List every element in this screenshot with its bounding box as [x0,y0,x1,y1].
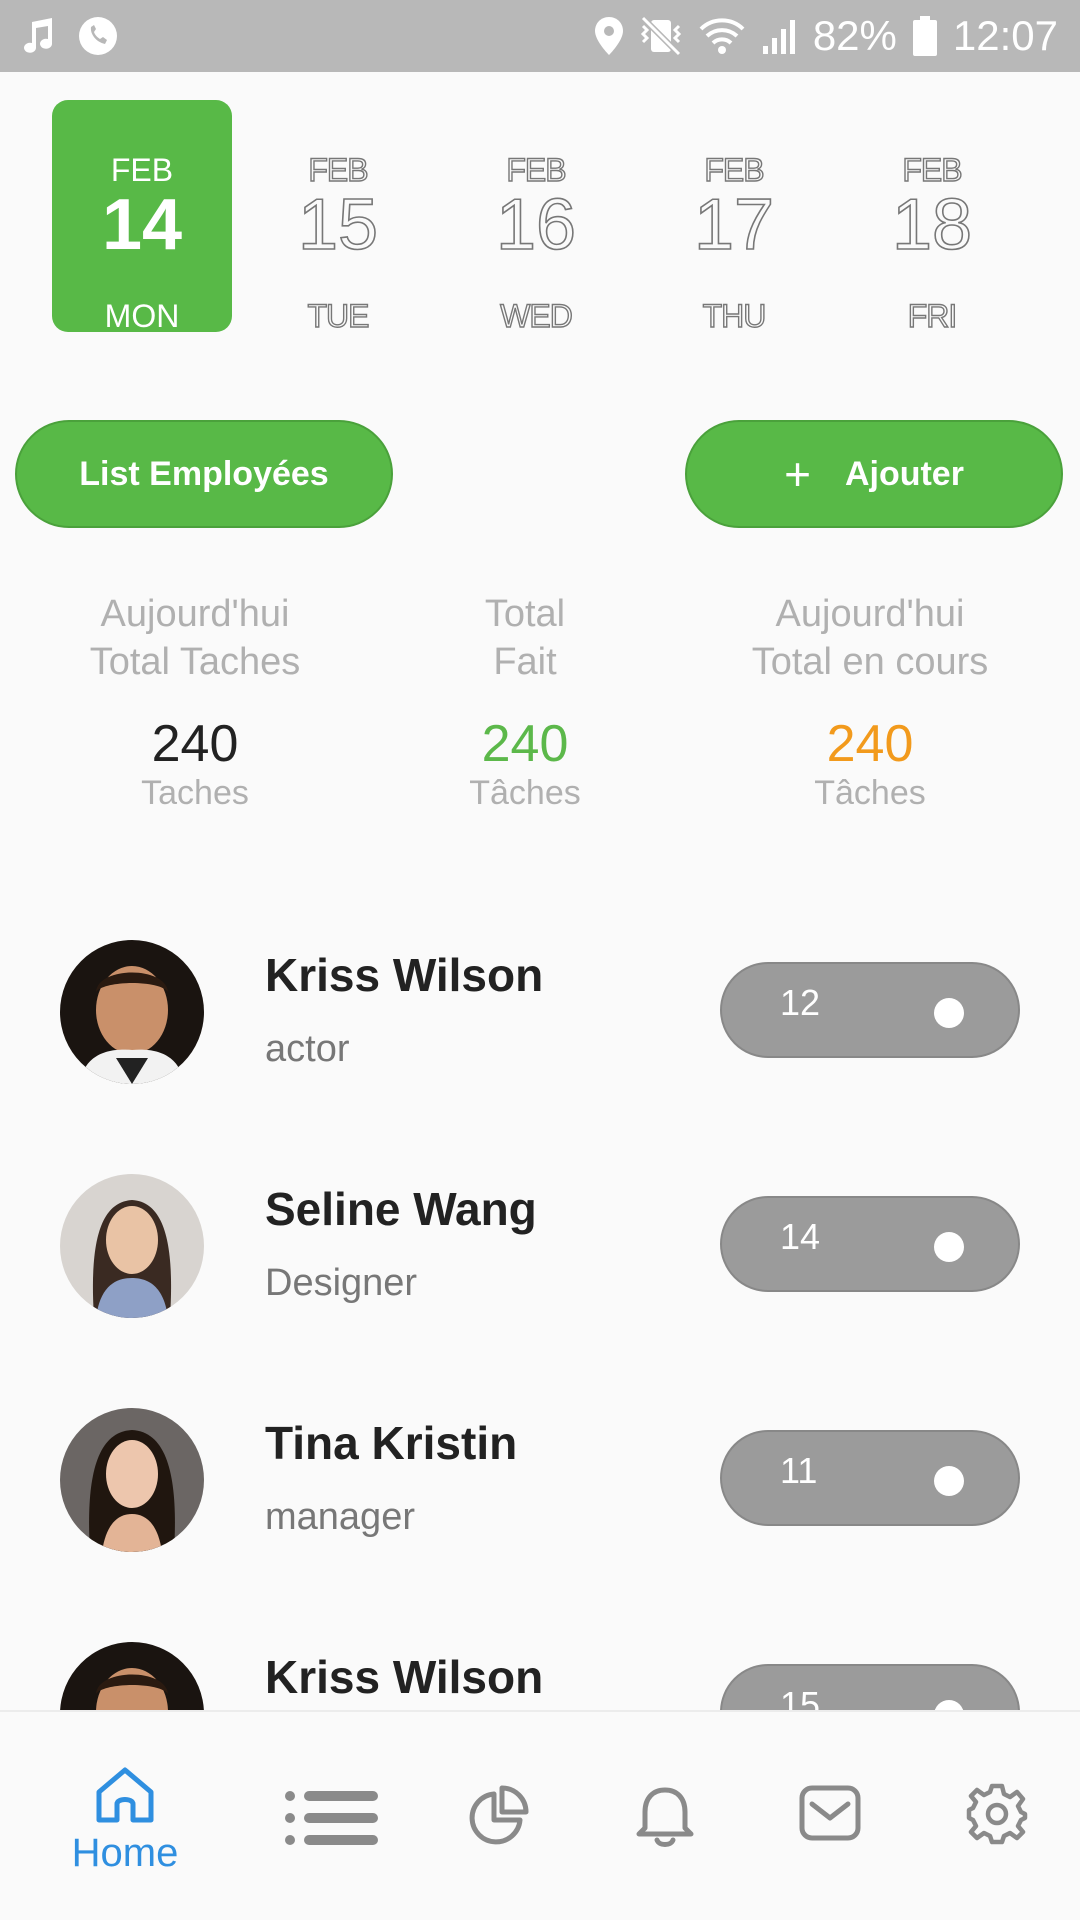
date-weekday: MON [104,298,180,334]
nav-home[interactable]: Home [35,1712,215,1920]
date-card[interactable]: FEB 16 WED [446,100,626,334]
employee-role: actor [265,1028,350,1070]
avatar [60,1408,204,1552]
date-weekday: FRI [907,297,958,334]
employee-role: Designer [265,1262,418,1304]
vibrate-mute-icon [639,16,683,56]
toggle-knob [934,1466,964,1496]
task-count: 11 [780,1450,818,1491]
bell-icon [635,1782,695,1853]
stat-label-line2: Total en cours [751,641,989,683]
date-day: 18 [891,184,973,266]
mail-icon [798,1784,862,1847]
employee-row[interactable]: Tina Kristin manager 11 [0,1368,1080,1602]
stat-value: 240 [481,715,569,773]
date-weekday: TUE [307,297,370,334]
stat-label-line1: Aujourd'hui [775,593,965,635]
battery-percent: 82% [812,12,897,59]
clock: 12:07 [952,12,1058,59]
phone-icon [78,16,118,56]
location-icon [594,17,623,55]
nav-messages[interactable] [740,1712,920,1920]
date-day: 16 [495,184,577,266]
date-card[interactable]: FEB 18 FRI [842,100,1022,334]
list-employees-button[interactable]: List Employées [15,420,393,528]
stat-value: 240 [151,715,239,773]
stat-in-progress: Aujourd'hui Total en cours 240 Tâches [700,590,1040,813]
employee-row[interactable]: Kriss Wilson 15 [0,1602,1080,1710]
task-count-toggle[interactable]: 12 [720,962,1020,1058]
nav-stats[interactable] [408,1712,588,1920]
date-day: 17 [693,184,775,266]
stat-unit: Tâches [469,774,581,812]
pie-chart-icon [466,1784,530,1853]
task-count: 15 [780,1684,821,1710]
stat-value: 240 [826,715,914,773]
nav-notifications[interactable] [575,1712,755,1920]
employee-name: Tina Kristin [265,1417,518,1469]
stat-total-done: Total Fait 240 Tâches [355,590,695,813]
date-card[interactable]: FEB 15 TUE [248,100,428,334]
toggle-knob [934,1700,964,1710]
task-count-toggle[interactable]: 15 [720,1664,1020,1710]
plus-icon: + [784,448,811,500]
task-count-toggle[interactable]: 11 [720,1430,1020,1526]
employee-name: Seline Wang [265,1183,537,1235]
employee-list: Kriss Wilson actor 12 Seline Wang Design… [0,900,1080,1710]
employee-name: Kriss Wilson [265,1651,544,1703]
stat-total-tasks: Aujourd'hui Total Taches 240 Taches [25,590,365,813]
date-day: 14 [101,185,183,265]
toggle-knob [934,998,964,1028]
date-selector: FEB 14 MON FEB 15 TUE FEB 16 WED FEB 17 … [0,72,1080,352]
task-count: 14 [780,1216,821,1257]
status-bar: 82% 12:07 [0,0,1080,72]
battery-icon [912,16,937,56]
nav-settings[interactable] [907,1712,1080,1920]
add-button[interactable]: + Ajouter [685,420,1063,528]
stat-label-line2: Fait [493,641,557,683]
date-weekday: WED [499,297,573,334]
signal-icon [761,18,797,54]
toggle-knob [934,1232,964,1262]
list-employees-label: List Employées [79,454,329,493]
employee-name: Kriss Wilson [265,949,544,1001]
stat-unit: Taches [141,774,249,812]
add-label: Ajouter [844,454,964,493]
list-icon [284,1790,380,1851]
stat-label-line2: Total Taches [89,641,301,683]
home-icon [93,1764,157,1831]
avatar [60,1174,204,1318]
bottom-navigation: Home [0,1710,1080,1920]
date-weekday: THU [702,297,767,334]
music-note-icon [22,18,56,54]
nav-home-label: Home [71,1831,179,1875]
date-day: 15 [297,184,379,266]
settings-icon [965,1782,1029,1851]
task-count-toggle[interactable]: 14 [720,1196,1020,1292]
nav-list[interactable] [242,1712,422,1920]
stat-unit: Tâches [814,774,926,812]
wifi-icon [699,17,745,55]
date-card-selected[interactable]: FEB 14 MON [52,100,232,334]
avatar [60,940,204,1084]
stat-label-line1: Total [484,593,566,635]
employee-row[interactable]: Kriss Wilson actor 12 [0,900,1080,1134]
employee-row[interactable]: Seline Wang Designer 14 [0,1134,1080,1368]
stat-label-line1: Aujourd'hui [100,593,290,635]
date-card[interactable]: FEB 17 THU [644,100,824,334]
task-count: 12 [780,982,821,1023]
employee-role: manager [265,1496,415,1538]
avatar [60,1642,204,1710]
